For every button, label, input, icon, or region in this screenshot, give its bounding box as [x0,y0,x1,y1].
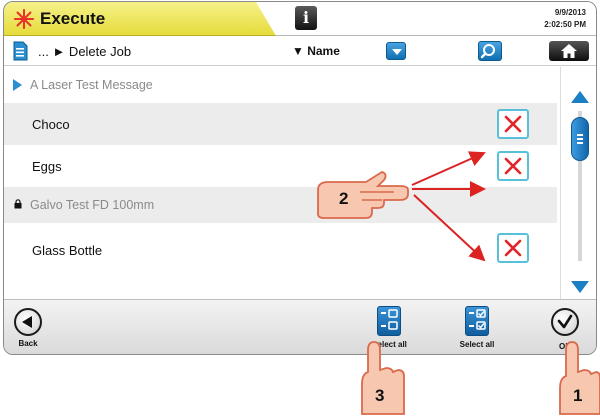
close-icon [504,115,522,133]
scroll-thumb[interactable] [571,117,589,161]
date-time: 9/9/2013 2:02:50 PM [544,7,586,31]
footer-bar: Back select all Select all OK [4,299,596,354]
info-button[interactable]: i [295,6,317,30]
list-item-label: Galvo Test FD 100mm [30,198,155,212]
deselect-all-label: select all [373,340,407,349]
select-all-label: Select all [459,340,495,349]
title-bar: Execute i 9/9/2013 2:02:50 PM [4,2,596,36]
select-all-icon [469,309,486,330]
toolbar: ... ► Delete Job ▼ Name [4,36,596,66]
checkmark-icon [557,314,573,329]
job-list: A Laser Test Message Choco Eggs Galvo Te… [4,67,557,299]
lock-icon [14,199,22,209]
deselect-all-button[interactable] [377,306,401,336]
ok-label: OK [559,342,571,351]
step-callout: 2 [339,189,349,208]
back-arrow-icon [22,316,32,328]
document-icon[interactable] [12,41,28,61]
select-all-button[interactable] [465,306,489,336]
list-item-label: Eggs [32,159,62,174]
delete-button[interactable] [497,233,529,263]
scroll-up-arrow-icon[interactable] [571,91,589,103]
time-label: 2:02:50 PM [544,20,586,29]
home-button[interactable] [549,41,589,61]
delete-button[interactable] [497,151,529,181]
list-item-locked[interactable]: Galvo Test FD 100mm [4,187,557,223]
search-icon [480,44,495,59]
back-label: Back [18,339,38,348]
step-callout: 1 [573,386,583,405]
ok-button[interactable] [551,308,579,336]
list-item-label: A Laser Test Message [30,78,153,92]
dropdown-arrow-icon[interactable] [386,42,406,60]
breadcrumb[interactable]: ... ► Delete Job [38,44,131,59]
scroll-down-arrow-icon[interactable] [571,281,589,293]
list-item-folder[interactable]: A Laser Test Message [4,67,557,103]
list-item[interactable]: Choco [4,103,557,145]
page-title: Execute [40,9,106,28]
sort-field-label[interactable]: ▼ Name [292,44,340,58]
list-item-label: Choco [32,117,70,132]
delete-button[interactable] [497,109,529,139]
laser-icon [14,9,34,29]
scrollbar[interactable] [560,67,596,299]
deselect-all-icon [381,309,398,330]
device-screen: Execute i 9/9/2013 2:02:50 PM ... ► Dele… [3,1,597,355]
home-icon [561,44,577,58]
list-item[interactable]: Eggs [4,145,557,187]
close-icon [504,239,522,257]
back-button[interactable] [14,308,42,336]
step-callout: 3 [375,386,385,405]
list-item-label: Glass Bottle [32,243,103,258]
close-icon [504,157,522,175]
list-item[interactable]: Glass Bottle [4,223,557,267]
search-button[interactable] [478,41,502,61]
date-label: 9/9/2013 [554,8,586,17]
folder-arrow-icon [13,79,22,91]
